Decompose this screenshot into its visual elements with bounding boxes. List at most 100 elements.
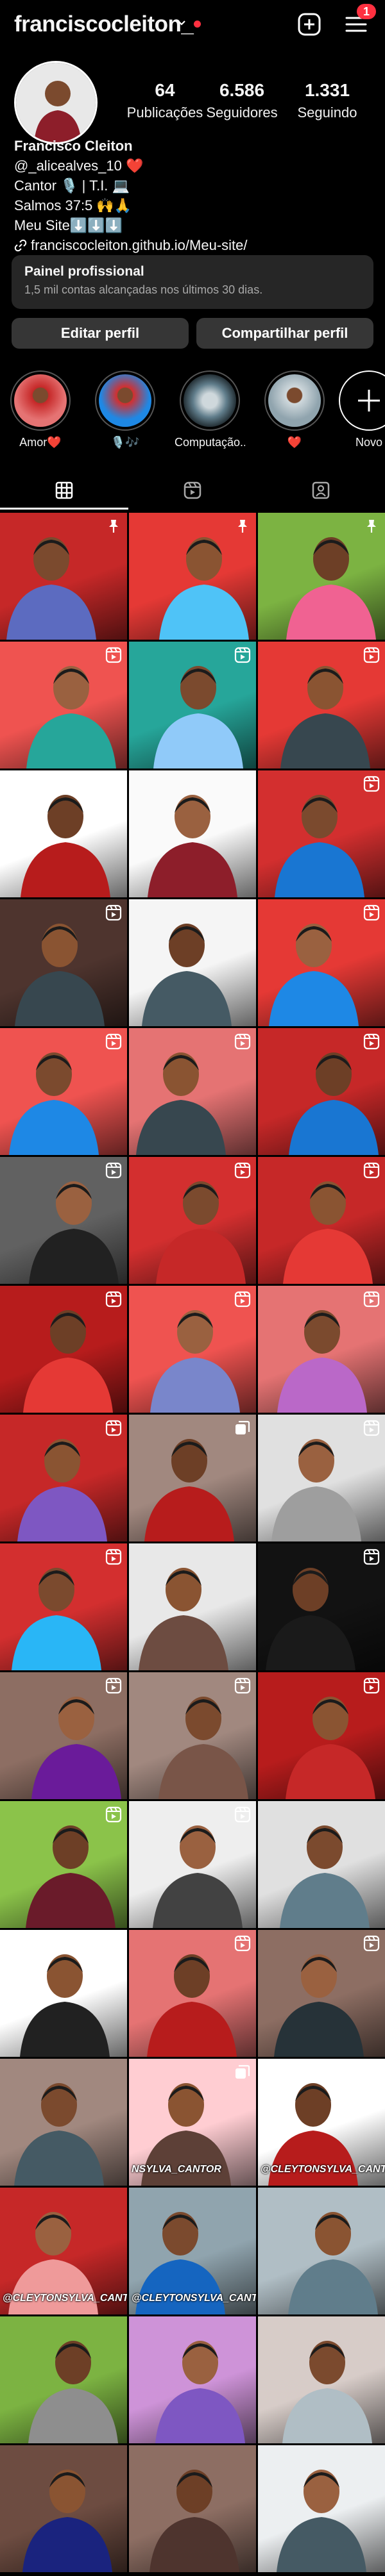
post-thumbnail[interactable] [258,1801,385,1928]
post-photo [14,2083,104,2186]
person-shirt [23,1358,113,1413]
edit-profile-button[interactable]: Editar perfil [12,318,189,349]
story-highlight[interactable]: Computação... [175,370,245,449]
post-thumbnail[interactable] [258,642,385,769]
person-head [307,666,343,710]
tab-tagged[interactable] [257,471,385,510]
professional-dashboard[interactable]: Painel profissional 1,5 mil contas alcan… [12,255,373,309]
reel-icon [105,1033,122,1050]
post-thumbnail[interactable] [258,1157,385,1284]
post-thumbnail[interactable] [0,1157,127,1284]
post-thumbnail[interactable] [129,1028,256,1155]
story-highlight[interactable]: ❤️ [259,370,330,449]
person-head [302,795,338,838]
new-highlight[interactable]: Novo [334,370,385,449]
post-thumbnail[interactable] [129,513,256,640]
bio-line: Salmos 37:5 🙌🙏 [14,197,132,213]
bio-line: Meu Site⬇️⬇️⬇️ [14,217,123,233]
person-head [56,1181,92,1225]
post-thumbnail[interactable] [0,899,127,1026]
post-thumbnail[interactable] [0,1672,127,1799]
post-thumbnail[interactable] [129,1930,256,2057]
post-thumbnail[interactable] [258,899,385,1026]
post-thumbnail[interactable] [129,1286,256,1413]
stat-followers[interactable]: 6.586 Seguidores [194,80,290,121]
person-head [50,1310,86,1354]
create-plus-icon[interactable] [296,12,322,37]
person-shirt [8,2259,98,2314]
person-shirt [29,1229,119,1284]
post-photo [150,2470,239,2572]
post-thumbnail[interactable] [0,2059,127,2186]
post-thumbnail[interactable] [258,1543,385,1670]
profile-link[interactable]: franciscocleiton.github.io/Meu-site/ [14,235,373,255]
story-highlight[interactable]: 🎙️🎶 [90,370,160,449]
post-thumbnail[interactable] [0,1028,127,1155]
person-shirt [135,2259,225,2314]
person-head [162,2212,198,2256]
post-thumbnail[interactable] [258,513,385,640]
person-shirt [153,713,243,769]
post-photo [155,2341,245,2443]
post-thumbnail[interactable] [129,770,256,897]
post-thumbnail[interactable] [129,2316,256,2443]
profile-avatar[interactable] [14,61,98,144]
post-thumbnail[interactable] [258,770,385,897]
post-photo [148,795,237,897]
tab-posts[interactable] [0,471,128,510]
post-thumbnail[interactable] [129,1801,256,1928]
post-thumbnail[interactable]: NSYLVA_CANTOR [129,2059,256,2186]
post-thumbnail[interactable] [129,1157,256,1284]
person-shirt [12,1615,101,1670]
post-thumbnail[interactable] [258,1415,385,1541]
person-head [49,2470,85,2513]
post-thumbnail[interactable] [0,513,127,640]
reel-icon [234,1033,251,1050]
post-caption-overlay: @CLEYTONSYLVA_CANTOR [261,2164,385,2175]
post-thumbnail[interactable] [129,642,256,769]
grid-icon [55,481,73,499]
post-thumbnail[interactable] [129,1672,256,1799]
post-thumbnail[interactable] [0,1415,127,1541]
post-thumbnail[interactable] [258,2188,385,2314]
followers-label: Seguidores [206,104,278,120]
account-username[interactable]: franciscocleiton_ [14,12,194,37]
post-thumbnail[interactable] [0,642,127,769]
post-thumbnail[interactable] [258,1286,385,1413]
post-thumbnail[interactable] [0,1801,127,1928]
post-thumbnail[interactable] [0,770,127,897]
share-profile-button[interactable]: Compartilhar perfil [196,318,373,349]
person-head [296,924,332,967]
person-shirt [289,1100,379,1155]
post-thumbnail[interactable] [129,1415,256,1541]
reel-icon [234,1806,251,1823]
post-thumbnail[interactable] [0,1930,127,2057]
post-thumbnail[interactable]: @CLEYTONSYLVA_CANTOR [0,2188,127,2314]
post-thumbnail[interactable] [258,1930,385,2057]
post-thumbnail[interactable] [0,1543,127,1670]
person-head [55,2341,91,2384]
post-thumbnail[interactable] [0,2316,127,2443]
profile-link-text[interactable]: franciscocleiton.github.io/Meu-site/ [31,235,248,255]
post-thumbnail[interactable] [258,1028,385,1155]
post-thumbnail[interactable] [129,2445,256,2572]
chevron-down-icon[interactable] [176,18,187,28]
tab-reels[interactable] [128,471,257,510]
reel-icon [105,1549,122,1565]
post-thumbnail[interactable] [0,2445,127,2572]
post-thumbnail[interactable] [258,2445,385,2572]
post-thumbnail[interactable] [0,1286,127,1413]
person-shirt [20,2002,110,2057]
person-shirt [275,842,364,897]
stat-following[interactable]: 1.331 Seguindo [279,80,375,121]
post-thumbnail[interactable] [129,899,256,1026]
person-head [307,1825,343,1869]
post-thumbnail[interactable]: @CLEYTONSYLVA_CANTOR [129,2188,256,2314]
post-thumbnail[interactable] [258,1672,385,1799]
person-head [174,1954,210,1998]
reel-icon [105,1420,122,1436]
post-thumbnail[interactable] [258,2316,385,2443]
story-highlight[interactable]: Amor❤️ [5,370,76,449]
post-thumbnail[interactable]: @CLEYTONSYLVA_CANTOR [258,2059,385,2186]
post-thumbnail[interactable] [129,1543,256,1670]
